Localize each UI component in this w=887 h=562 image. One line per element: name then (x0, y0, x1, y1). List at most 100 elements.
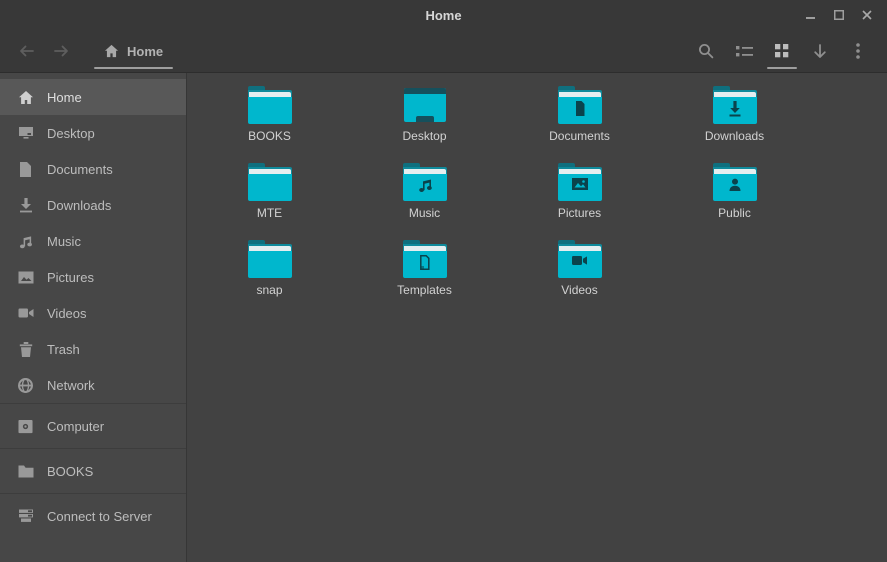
pictures-folder-icon (558, 163, 602, 201)
sidebar-item-connect-to-server[interactable]: Connect to Server (0, 494, 186, 538)
titlebar: Home (0, 0, 887, 30)
file-manager-window: Home (0, 0, 887, 562)
desktop-monitor-icon (403, 86, 447, 124)
sidebar-item-label: Home (47, 90, 82, 105)
close-button[interactable] (853, 0, 881, 30)
desktop-icon (17, 125, 34, 142)
image-glyph-icon (558, 177, 602, 191)
videos-folder-icon (558, 240, 602, 278)
sidebar-item-label: Documents (47, 162, 113, 177)
pictures-icon (17, 269, 34, 286)
file-label: snap (256, 283, 282, 297)
sidebar-item-music[interactable]: Music (0, 223, 186, 259)
sidebar-item-downloads[interactable]: Downloads (0, 187, 186, 223)
sidebar-item-label: Desktop (47, 126, 95, 141)
file-item-snap[interactable]: snap (192, 238, 347, 315)
file-item-mte[interactable]: MTE (192, 161, 347, 238)
file-label: Desktop (402, 129, 446, 143)
file-pane[interactable]: BOOKS Desktop (187, 73, 887, 562)
arrow-forward-icon (53, 45, 69, 57)
sidebar-item-desktop[interactable]: Desktop (0, 115, 186, 151)
sidebar-item-label: Music (47, 234, 81, 249)
folder-icon (248, 86, 292, 124)
person-glyph-icon (713, 177, 757, 193)
file-item-documents[interactable]: Documents (502, 84, 657, 161)
file-label: Pictures (558, 206, 601, 220)
file-item-templates[interactable]: Templates (347, 238, 502, 315)
file-label: Videos (561, 283, 597, 297)
music-folder-icon (403, 163, 447, 201)
minimize-button[interactable] (797, 0, 825, 30)
document-glyph-icon (558, 100, 602, 117)
sidebar-item-label: Trash (47, 342, 80, 357)
search-button[interactable] (691, 30, 721, 72)
back-button[interactable] (10, 30, 44, 72)
sidebar-item-label: Downloads (47, 198, 111, 213)
sidebar-item-label: Connect to Server (47, 509, 152, 524)
window-title: Home (425, 8, 461, 23)
forward-button[interactable] (44, 30, 78, 72)
network-icon (17, 377, 34, 394)
documents-folder-icon (558, 86, 602, 124)
kebab-menu-icon (856, 43, 860, 59)
maximize-icon (834, 10, 844, 20)
music-icon (17, 233, 34, 250)
toolbar: Home (0, 30, 887, 73)
breadcrumb-label: Home (127, 44, 163, 59)
folder-icon (248, 163, 292, 201)
sidebar-item-label: Network (47, 378, 95, 393)
window-controls (797, 0, 881, 30)
sidebar: Home Desktop Documents Downloads (0, 73, 187, 562)
template-page-glyph-icon (403, 254, 447, 271)
file-item-videos[interactable]: Videos (502, 238, 657, 315)
grid-view-button[interactable] (767, 30, 797, 72)
minimize-icon (806, 10, 816, 20)
file-label: Public (718, 206, 751, 220)
public-folder-icon (713, 163, 757, 201)
breadcrumb-home[interactable]: Home (92, 30, 175, 72)
folder-icon (248, 240, 292, 278)
videos-icon (17, 305, 34, 322)
file-item-music[interactable]: Music (347, 161, 502, 238)
file-label: BOOKS (248, 129, 291, 143)
download-icon (17, 197, 34, 214)
computer-icon (17, 418, 34, 435)
sidebar-item-videos[interactable]: Videos (0, 295, 186, 331)
file-item-pictures[interactable]: Pictures (502, 161, 657, 238)
sidebar-item-home[interactable]: Home (0, 79, 186, 115)
sidebar-item-label: Videos (47, 306, 87, 321)
search-icon (698, 43, 714, 59)
file-item-desktop[interactable]: Desktop (347, 84, 502, 161)
list-view-button[interactable] (729, 30, 759, 72)
sidebar-item-network[interactable]: Network (0, 367, 186, 403)
server-icon (17, 508, 34, 525)
file-label: Templates (397, 283, 452, 297)
sidebar-item-label: BOOKS (47, 464, 93, 479)
list-view-icon (736, 45, 753, 58)
home-icon (104, 44, 119, 58)
sidebar-item-label: Computer (47, 419, 104, 434)
sidebar-item-pictures[interactable]: Pictures (0, 259, 186, 295)
sidebar-item-computer[interactable]: Computer (0, 404, 186, 448)
sidebar-item-documents[interactable]: Documents (0, 151, 186, 187)
maximize-button[interactable] (825, 0, 853, 30)
file-item-public[interactable]: Public (657, 161, 812, 238)
sidebar-item-books[interactable]: BOOKS (0, 449, 186, 493)
home-icon (17, 89, 34, 106)
file-label: Documents (549, 129, 610, 143)
sort-download-button[interactable] (805, 30, 835, 72)
menu-button[interactable] (843, 30, 873, 72)
music-note-glyph-icon (403, 177, 447, 193)
download-arrow-icon (813, 44, 827, 59)
sidebar-item-trash[interactable]: Trash (0, 331, 186, 367)
file-item-books[interactable]: BOOKS (192, 84, 347, 161)
sidebar-item-label: Pictures (47, 270, 94, 285)
video-camera-glyph-icon (558, 254, 602, 267)
file-label: Downloads (705, 129, 764, 143)
folder-icon (17, 463, 34, 480)
file-item-downloads[interactable]: Downloads (657, 84, 812, 161)
close-icon (862, 10, 872, 20)
document-icon (17, 161, 34, 178)
file-label: MTE (257, 206, 282, 220)
trash-icon (17, 341, 34, 358)
